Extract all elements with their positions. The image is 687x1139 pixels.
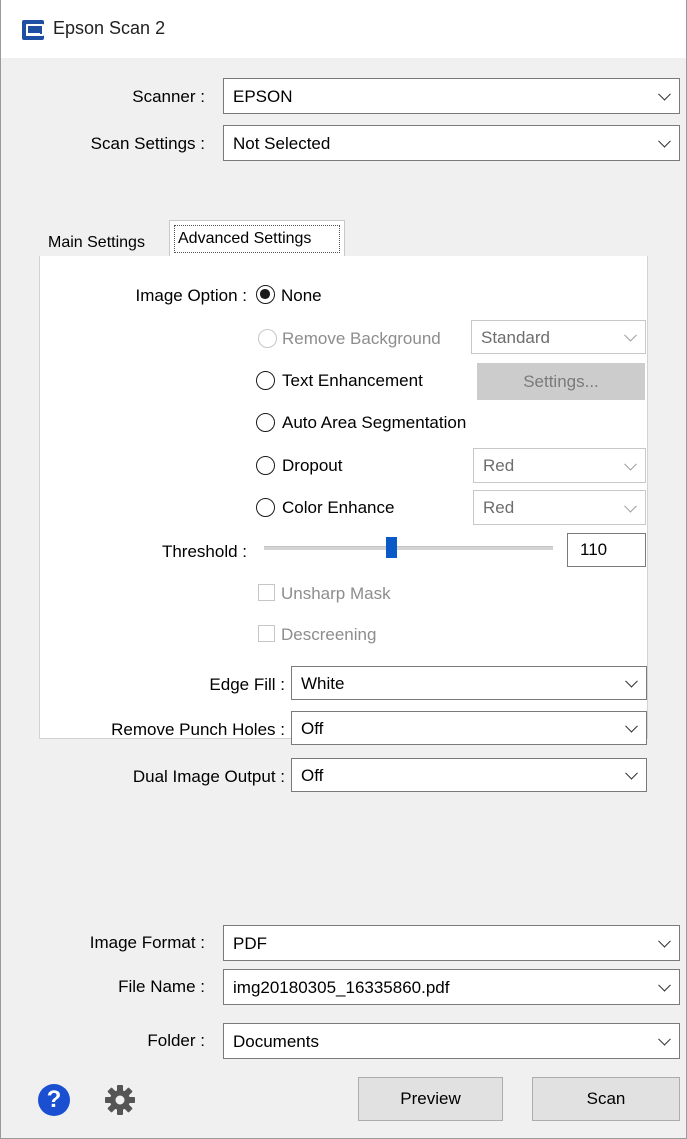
file-name-value: img20180305_16335860.pdf	[233, 977, 450, 997]
edge-fill-select[interactable]: White	[291, 666, 647, 700]
file-name-select[interactable]: img20180305_16335860.pdf	[223, 969, 680, 1005]
file-name-label: File Name :	[118, 977, 205, 996]
radio-none[interactable]	[256, 285, 275, 304]
folder-value: Documents	[233, 1031, 319, 1051]
unsharp-mask-label: Unsharp Mask	[281, 584, 391, 603]
title-bar: Epson Scan 2	[1, 0, 686, 58]
edge-fill-value: White	[301, 673, 345, 693]
remove-punch-holes-select[interactable]: Off	[291, 711, 647, 745]
radio-auto-area-segmentation[interactable]	[256, 413, 275, 432]
descreening-checkbox	[258, 625, 275, 642]
help-icon[interactable]: ?	[38, 1084, 70, 1116]
image-format-select[interactable]: PDF	[223, 925, 680, 961]
color-enhance-color-value: Red	[483, 498, 515, 517]
scanner-select[interactable]: EPSON	[223, 78, 680, 114]
chevron-down-icon	[625, 674, 638, 688]
epson-scanner-icon	[22, 20, 44, 40]
preview-button-label: Preview	[400, 1089, 461, 1108]
chevron-down-icon	[625, 766, 638, 780]
radio-text-enhancement[interactable]	[256, 371, 275, 390]
help-glyph: ?	[46, 1086, 62, 1113]
remove-background-level-select: Standard	[471, 320, 646, 354]
scan-button-label: Scan	[586, 1089, 626, 1108]
radio-dropout[interactable]	[256, 456, 275, 475]
descreening-label: Descreening	[281, 625, 377, 644]
threshold-value: 110	[580, 540, 608, 559]
chevron-down-icon	[658, 1032, 671, 1046]
edge-fill-label: Edge Fill :	[209, 675, 285, 694]
option-color-enhance-label[interactable]: Color Enhance	[282, 498, 394, 518]
image-format-value: PDF	[233, 933, 267, 953]
scanner-value: EPSON	[233, 86, 293, 106]
image-format-label: Image Format :	[89, 933, 205, 952]
settings-button-label: Settings...	[523, 371, 599, 391]
scan-settings-value: Not Selected	[233, 133, 331, 153]
option-text-enhancement-label[interactable]: Text Enhancement	[282, 371, 423, 391]
epson-scan-window: Epson Scan 2 Scanner : EPSON Scan Settin…	[0, 0, 687, 1139]
scan-settings-label: Scan Settings :	[90, 134, 205, 153]
dropout-color-select: Red	[473, 448, 646, 483]
dual-image-output-label: Dual Image Output :	[132, 767, 285, 786]
chevron-down-icon	[624, 328, 637, 342]
tab-advanced-settings[interactable]: Advanced Settings	[169, 220, 345, 257]
scan-button[interactable]: Scan	[532, 1077, 680, 1121]
unsharp-mask-checkbox	[258, 584, 275, 601]
threshold-slider-thumb[interactable]	[386, 537, 397, 558]
scan-settings-select[interactable]: Not Selected	[223, 125, 680, 161]
option-none-label[interactable]: None	[281, 286, 322, 306]
chevron-down-icon	[625, 719, 638, 733]
chevron-down-icon	[658, 934, 671, 948]
dual-image-output-value: Off	[301, 765, 324, 785]
chevron-down-icon	[624, 499, 637, 513]
radio-color-enhance[interactable]	[256, 498, 275, 517]
dual-image-output-select[interactable]: Off	[291, 758, 647, 792]
tab-main-settings[interactable]: Main Settings	[48, 234, 145, 252]
folder-select[interactable]: Documents	[223, 1023, 680, 1059]
threshold-label: Threshold :	[161, 542, 247, 561]
option-remove-background-label: Remove Background	[282, 329, 441, 348]
text-enhancement-settings-button: Settings...	[477, 363, 645, 400]
option-dropout-label[interactable]: Dropout	[282, 456, 342, 476]
radio-remove-background	[258, 329, 277, 348]
folder-label: Folder :	[147, 1031, 205, 1050]
threshold-slider-track[interactable]	[264, 546, 553, 550]
threshold-value-input[interactable]: 110	[567, 533, 646, 567]
chevron-down-icon	[658, 134, 671, 148]
tab-focus-ring	[174, 225, 340, 253]
image-option-label: Image Option :	[135, 286, 247, 305]
scanner-label: Scanner :	[132, 87, 205, 106]
option-auto-area-label[interactable]: Auto Area Segmentation	[282, 413, 466, 433]
color-enhance-color-select: Red	[473, 490, 646, 525]
chevron-down-icon	[624, 457, 637, 471]
dropout-color-value: Red	[483, 456, 515, 475]
preview-button[interactable]: Preview	[358, 1077, 503, 1121]
window-title: Epson Scan 2	[53, 18, 166, 38]
remove-punch-holes-label: Remove Punch Holes :	[111, 720, 285, 739]
remove-punch-holes-value: Off	[301, 718, 324, 738]
gear-icon[interactable]	[103, 1083, 137, 1117]
remove-background-level-value: Standard	[481, 327, 550, 347]
chevron-down-icon	[658, 87, 671, 101]
chevron-down-icon	[658, 978, 671, 992]
